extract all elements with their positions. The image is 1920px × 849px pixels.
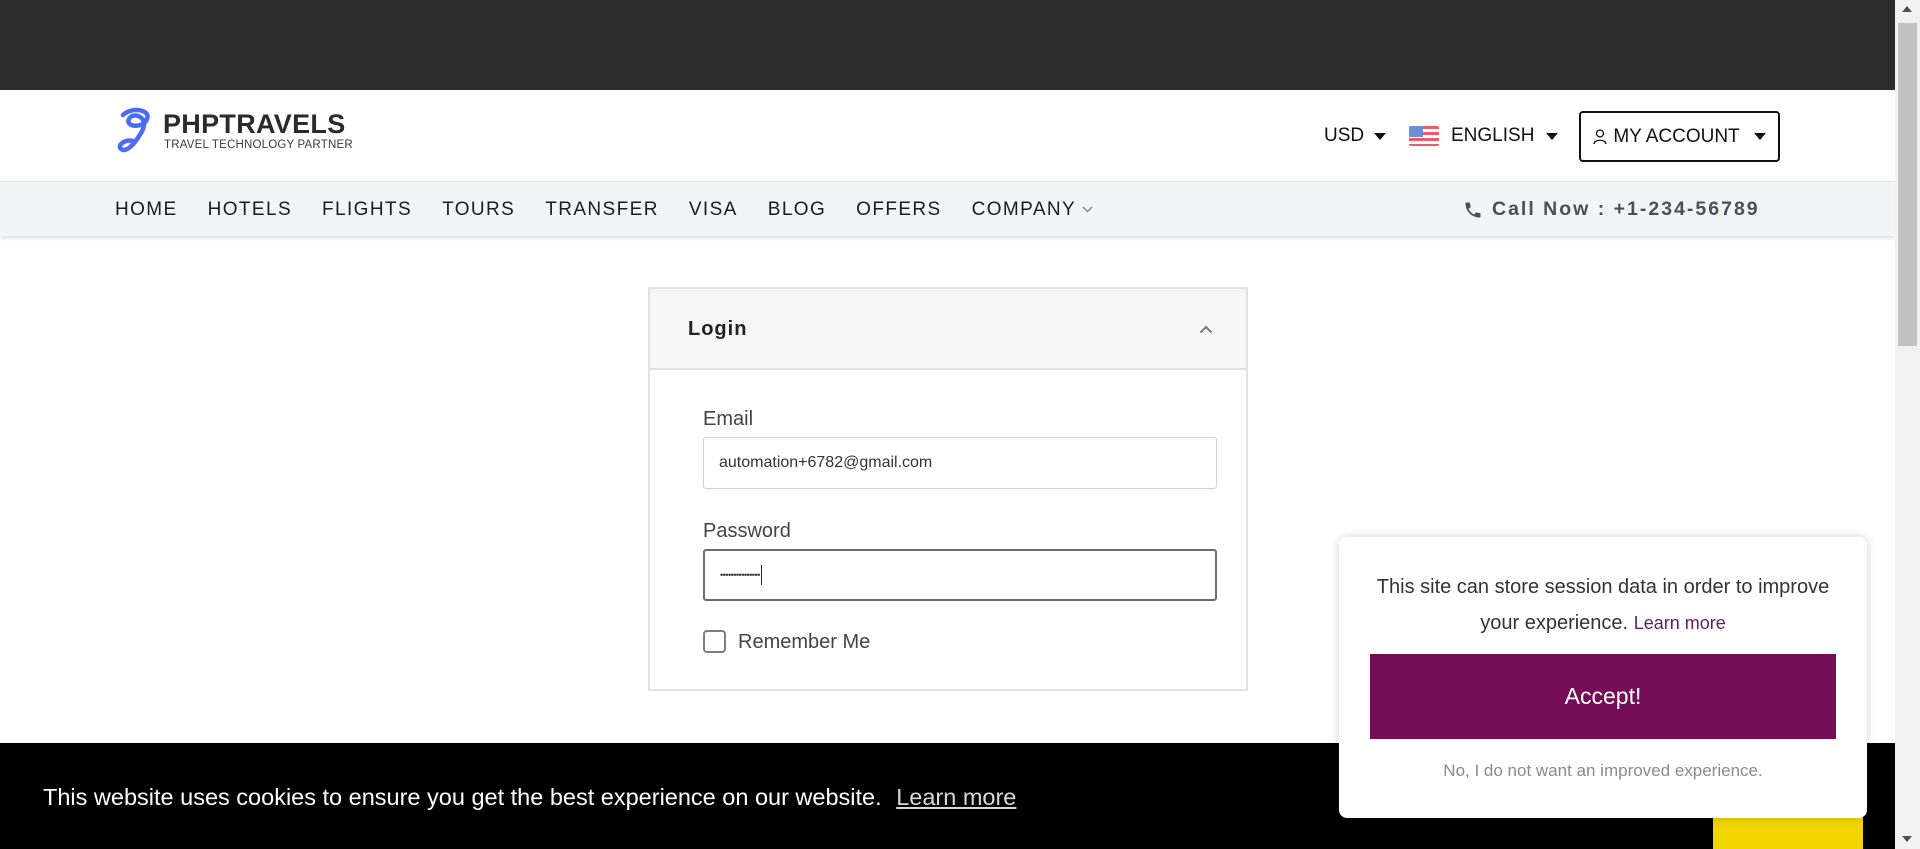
language-dropdown[interactable]: ENGLISH bbox=[1409, 124, 1559, 148]
email-value: automation+6782@gmail.com bbox=[719, 454, 933, 471]
chevron-up-icon[interactable] bbox=[1199, 325, 1213, 334]
remember-me-checkbox[interactable] bbox=[703, 630, 726, 653]
password-field[interactable]: ••••••••••••••• bbox=[703, 549, 1217, 601]
login-card-header[interactable]: Login bbox=[650, 289, 1246, 370]
text-cursor bbox=[760, 565, 762, 585]
scroll-up-arrow-icon[interactable] bbox=[1902, 6, 1912, 12]
decline-link[interactable]: No, I do not want an improved experience… bbox=[1339, 761, 1867, 781]
nav-item-home[interactable]: HOME bbox=[115, 199, 178, 221]
nav-item-company[interactable]: COMPANY bbox=[972, 199, 1093, 221]
currency-dropdown[interactable]: USD bbox=[1324, 124, 1387, 148]
nav-item-offers[interactable]: OFFERS bbox=[856, 199, 941, 221]
top-bar bbox=[0, 0, 1895, 90]
logo-title: PHPTRAVELS bbox=[163, 109, 346, 139]
my-account-button[interactable]: MY ACCOUNT bbox=[1579, 111, 1780, 162]
cookie-accept-button[interactable] bbox=[1713, 816, 1863, 849]
login-title: Login bbox=[688, 318, 748, 340]
us-flag-icon bbox=[1409, 126, 1439, 146]
user-icon bbox=[1593, 128, 1607, 144]
email-field[interactable]: automation+6782@gmail.com bbox=[703, 437, 1217, 489]
nav-item-visa[interactable]: VISA bbox=[689, 199, 738, 221]
logo-subtitle: TRAVEL TECHNOLOGY PARTNER bbox=[164, 139, 353, 151]
caret-down-icon bbox=[1753, 133, 1766, 140]
remember-me-label[interactable]: Remember Me bbox=[738, 631, 870, 654]
accept-button[interactable]: Accept! bbox=[1370, 654, 1836, 739]
language-label: ENGLISH bbox=[1451, 125, 1535, 146]
scrollbar-thumb[interactable] bbox=[1898, 23, 1917, 346]
nav-item-tours[interactable]: TOURS bbox=[442, 199, 515, 221]
cookie-text: This website uses cookies to ensure you … bbox=[43, 784, 882, 810]
logo-icon bbox=[117, 107, 150, 153]
nav-menu: HOME HOTELS FLIGHTS TOURS TRANSFER VISA … bbox=[115, 182, 1123, 237]
email-label: Email bbox=[703, 408, 754, 430]
my-account-label: MY ACCOUNT bbox=[1613, 125, 1740, 147]
phone-icon bbox=[1465, 202, 1481, 217]
caret-down-icon bbox=[1546, 132, 1559, 140]
nav-item-company-label: COMPANY bbox=[971, 198, 1077, 220]
password-label: Password bbox=[703, 520, 791, 542]
login-card: Login Email automation+6782@gmail.com Pa… bbox=[648, 287, 1248, 691]
consent-message: This site can store session data in orde… bbox=[1369, 569, 1837, 641]
vertical-scrollbar[interactable] bbox=[1895, 0, 1920, 849]
caret-down-icon bbox=[1374, 132, 1387, 140]
site-logo[interactable]: PHPTRAVELS TRAVEL TECHNOLOGY PARTNER bbox=[117, 107, 353, 155]
nav-item-hotels[interactable]: HOTELS bbox=[208, 199, 292, 221]
consent-popup: This site can store session data in orde… bbox=[1339, 537, 1867, 818]
scroll-down-arrow-icon[interactable] bbox=[1902, 836, 1912, 842]
nav-item-flights[interactable]: FLIGHTS bbox=[322, 199, 412, 221]
chevron-down-icon bbox=[1082, 206, 1093, 213]
consent-learn-more-link[interactable]: Learn more bbox=[1634, 613, 1726, 633]
main-navbar: HOME HOTELS FLIGHTS TOURS TRANSFER VISA … bbox=[0, 181, 1895, 236]
call-now-link[interactable]: Call Now : +1-234-56789 bbox=[1463, 182, 1760, 237]
call-now-label: Call Now : +1-234-56789 bbox=[1492, 198, 1760, 220]
currency-label: USD bbox=[1324, 125, 1365, 146]
password-value: ••••••••••••••• bbox=[720, 570, 760, 580]
page: PHPTRAVELS TRAVEL TECHNOLOGY PARTNER USD… bbox=[0, 0, 1895, 849]
cookie-message: This website uses cookies to ensure you … bbox=[43, 784, 1016, 811]
consent-text: This site can store session data in orde… bbox=[1376, 576, 1830, 634]
cookie-learn-more-link[interactable]: Learn more bbox=[896, 784, 1016, 810]
nav-item-blog[interactable]: BLOG bbox=[768, 199, 826, 221]
nav-item-transfer[interactable]: TRANSFER bbox=[545, 199, 659, 221]
